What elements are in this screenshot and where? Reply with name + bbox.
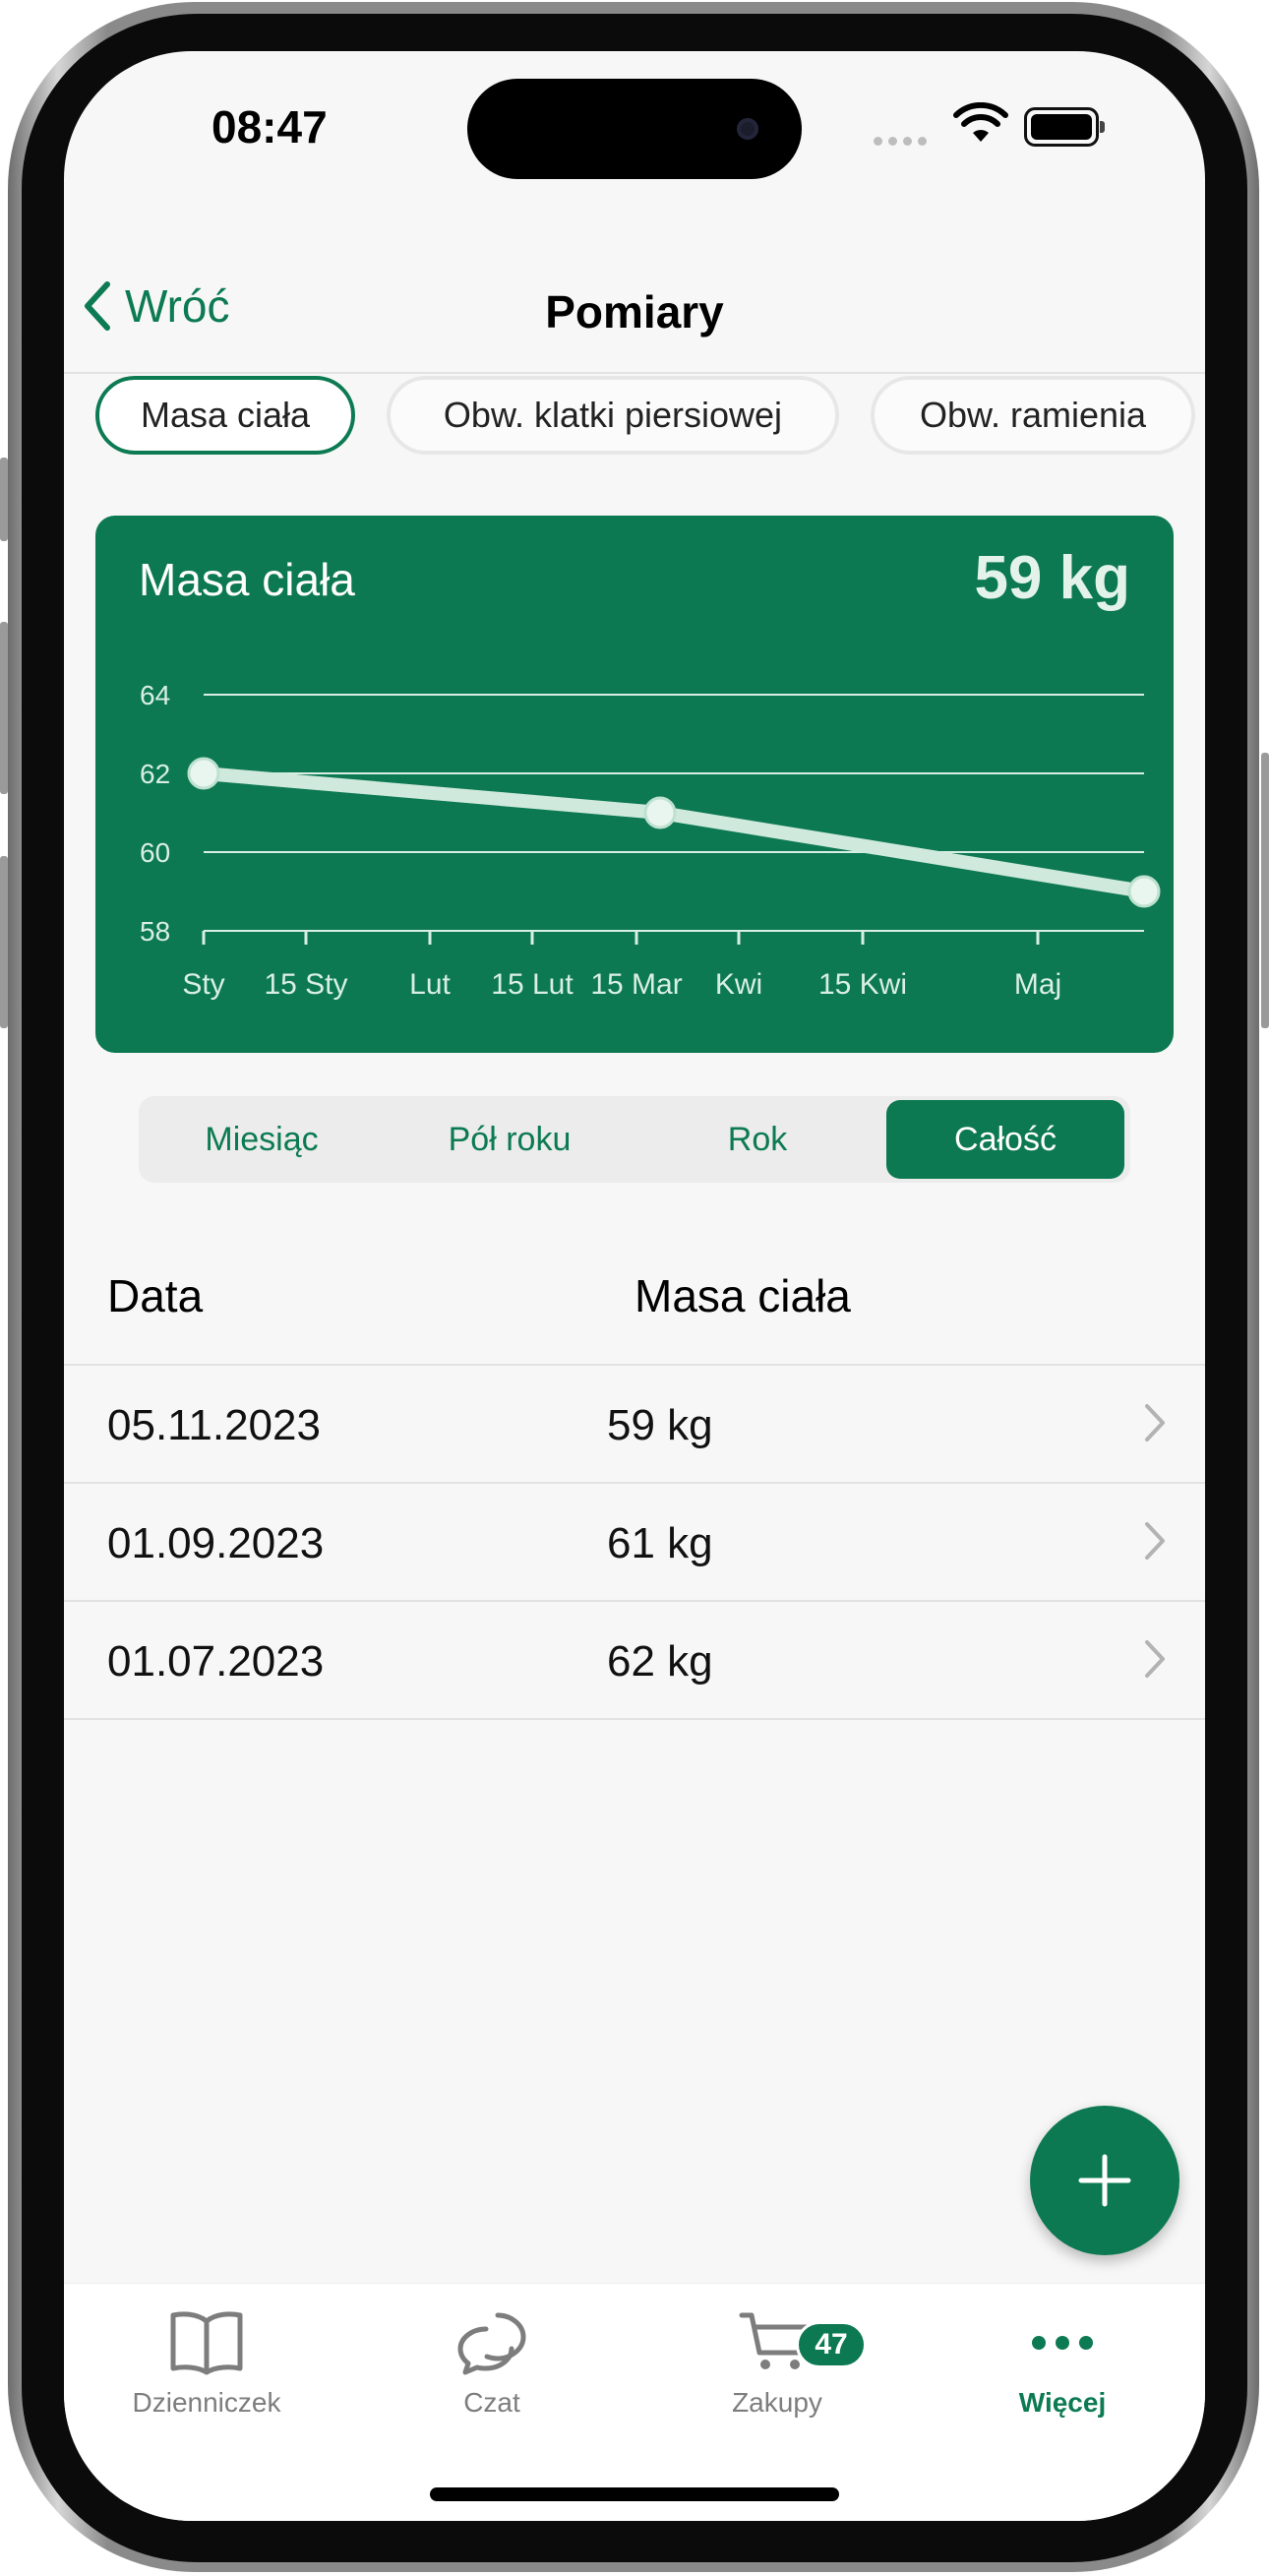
x-tick-label: Kwi	[715, 968, 762, 1001]
x-tick-label: 15 Mar	[590, 968, 682, 1001]
tab-label: Czat	[463, 2387, 520, 2418]
dynamic-island	[467, 79, 802, 179]
period-label: Pół roku	[448, 1120, 572, 1158]
navigation-bar: Wróć Pomiary	[64, 228, 1205, 374]
x-tick-label: Lut	[409, 968, 451, 1001]
row-date: 01.07.2023	[107, 1637, 325, 1686]
chip-label: Obw. klatki piersiowej	[443, 395, 783, 435]
column-body-mass: Masa ciała	[634, 1270, 851, 1321]
period-all[interactable]: Całość	[886, 1100, 1124, 1179]
row-date: 05.11.2023	[107, 1401, 321, 1449]
side-button-power	[1261, 753, 1269, 1028]
status-time: 08:47	[212, 101, 328, 153]
home-indicator	[430, 2487, 839, 2501]
y-tick-label: 64	[140, 680, 170, 710]
period-year[interactable]: Rok	[638, 1100, 876, 1179]
chat-icon	[457, 2312, 526, 2375]
screen: 08:47 Wróć Pomiary Masa ciała Obw. klatk…	[64, 51, 1205, 2521]
battery-icon	[1024, 107, 1105, 147]
x-tick-label: Sty	[182, 968, 224, 1001]
chart-card: Masa ciała 59 kg 58 60 62 64 Sty 15 Sty Lut 15 …	[95, 516, 1174, 1053]
period-half-year[interactable]: Pół roku	[391, 1100, 629, 1179]
row-value: 62 kg	[607, 1637, 713, 1686]
book-icon	[170, 2311, 243, 2375]
chevron-right-icon	[1145, 1522, 1165, 1560]
period-selector: Miesiąc Pół roku Rok Całość	[139, 1096, 1130, 1183]
tab-label: Zakupy	[732, 2387, 822, 2418]
wifi-icon	[953, 102, 1008, 142]
chip-arm-circumference[interactable]: Obw. ramienia	[871, 376, 1195, 455]
y-tick-label: 58	[140, 916, 170, 947]
plus-icon	[1078, 2154, 1131, 2207]
chevron-right-icon	[1145, 1404, 1165, 1441]
chip-chest-circumference[interactable]: Obw. klatki piersiowej	[387, 376, 839, 455]
tab-bar: Dzienniczek Czat 47 Zakupy Więcej	[64, 2283, 1205, 2521]
table-header: Data Masa ciała	[64, 1254, 1205, 1366]
period-label: Całość	[954, 1120, 1057, 1158]
tab-chat[interactable]: Czat	[349, 2307, 634, 2419]
table-row[interactable]: 01.07.2023 62 kg	[64, 1602, 1205, 1720]
data-point	[643, 796, 677, 829]
period-label: Rok	[727, 1120, 788, 1158]
more-icon	[1032, 2336, 1093, 2350]
y-tick-label: 62	[140, 759, 170, 789]
weight-chart: 58 60 62 64 Sty 15 Sty Lut 15 Lut 15 Mar Kwi 15 Kw…	[140, 680, 1161, 1001]
data-point	[1127, 875, 1161, 908]
y-tick-label: 60	[140, 837, 170, 868]
measurement-chips: Masa ciała Obw. klatki piersiowej Obw. r…	[64, 376, 1205, 464]
column-date: Data	[107, 1270, 204, 1321]
data-point	[187, 757, 220, 790]
chip-label: Obw. ramienia	[919, 395, 1147, 435]
side-button-volume-up	[0, 622, 8, 794]
add-measurement-button[interactable]	[1030, 2106, 1179, 2255]
row-value: 61 kg	[607, 1519, 713, 1567]
table-row[interactable]: 01.09.2023 61 kg	[64, 1484, 1205, 1602]
x-tick-label: 15 Lut	[491, 968, 574, 1001]
chevron-right-icon	[1145, 1640, 1165, 1678]
signal-icon	[874, 133, 933, 151]
table-row[interactable]: 05.11.2023 59 kg	[64, 1366, 1205, 1484]
series-line	[197, 767, 1151, 898]
row-value: 59 kg	[607, 1401, 713, 1449]
period-label: Miesiąc	[205, 1120, 319, 1158]
side-button-action	[0, 458, 8, 541]
row-date: 01.09.2023	[107, 1519, 325, 1567]
x-tick-label: 15 Sty	[264, 968, 347, 1001]
tab-journal[interactable]: Dzienniczek	[64, 2307, 349, 2419]
chip-body-mass[interactable]: Masa ciała	[95, 376, 355, 455]
chip-label: Masa ciała	[140, 395, 311, 435]
x-tick-label: 15 Kwi	[818, 968, 907, 1001]
tab-label: Dzienniczek	[132, 2387, 281, 2418]
side-button-volume-down	[0, 856, 8, 1028]
camera-icon	[737, 118, 758, 140]
period-month[interactable]: Miesiąc	[143, 1100, 381, 1179]
page-title: Pomiary	[545, 286, 724, 337]
tab-more[interactable]: Więcej	[920, 2307, 1205, 2419]
cart-badge: 47	[796, 2321, 867, 2368]
tab-label: Więcej	[1018, 2387, 1107, 2418]
x-tick-label: Maj	[1014, 968, 1061, 1001]
tab-shopping[interactable]: 47 Zakupy	[634, 2307, 920, 2419]
